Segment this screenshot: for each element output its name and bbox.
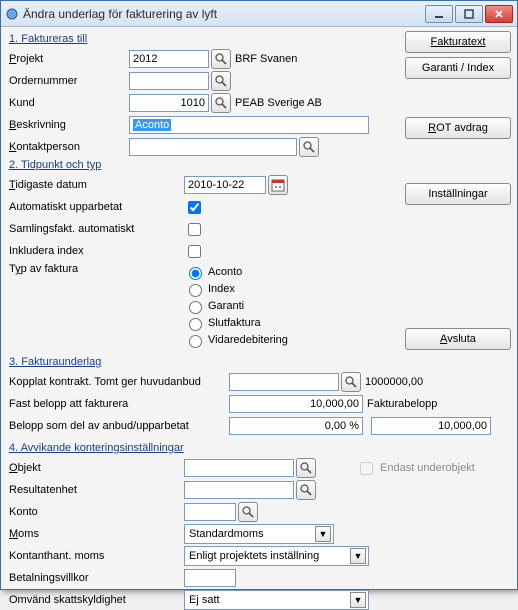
inkludera-index-label: Inkludera index (9, 245, 184, 257)
typ-index-radio[interactable] (189, 284, 202, 297)
resultatenhet-label: Resultatenhet (9, 484, 184, 496)
kund-lookup-button[interactable] (211, 93, 231, 113)
objekt-lookup-button[interactable] (296, 458, 316, 478)
beskrivning-label: Beskrivning (9, 119, 129, 131)
kopplat-input[interactable] (229, 373, 339, 391)
kopplat-lookup-button[interactable] (341, 372, 361, 392)
moms-label: Moms (9, 528, 184, 540)
konto-input[interactable] (184, 503, 236, 521)
section-4-title: 4. Avvikande konteringsinställningar (9, 442, 511, 454)
window-title: Ändra underlag för fakturering av lyft (23, 7, 425, 21)
moms-select[interactable]: Standardmoms ▼ (184, 524, 334, 544)
fakturatext-button[interactable]: Fakturatext (405, 31, 511, 53)
minimize-button[interactable] (425, 5, 453, 23)
kund-label: Kund (9, 97, 129, 109)
fakturabelopp-label: Fakturabelopp (363, 398, 441, 410)
maximize-button[interactable] (455, 5, 483, 23)
kund-name-text: PEAB Sverige AB (231, 97, 326, 109)
typ-radio-group: Aconto Index Garanti Slutfaktura Vidared… (184, 263, 288, 348)
beskrivning-input[interactable]: Aconto (129, 116, 369, 134)
endast-underobjekt-label: Endast underobjekt (376, 462, 479, 474)
konto-label: Konto (9, 506, 184, 518)
kund-input[interactable] (129, 94, 209, 112)
kontanthant-label: Kontanthant. moms (9, 550, 184, 562)
chevron-down-icon: ▼ (315, 526, 331, 542)
typ-aconto-radio[interactable] (189, 267, 202, 280)
tidigaste-input[interactable] (184, 176, 266, 194)
projekt-label: Projekt (9, 53, 129, 65)
ordernummer-label: Ordernummer (9, 75, 129, 87)
ordernummer-input[interactable] (129, 72, 209, 90)
section-3-title: 3. Fakturaunderlag (9, 356, 511, 368)
projekt-name-text: BRF Svanen (231, 53, 301, 65)
fast-belopp-label: Fast belopp att fakturera (9, 398, 229, 410)
chevron-down-icon: ▼ (350, 548, 366, 564)
ordernummer-lookup-button[interactable] (211, 71, 231, 91)
objekt-input[interactable] (184, 459, 294, 477)
rot-avdrag-button[interactable]: ROT avdrag (405, 117, 511, 139)
kontaktperson-label: Kontaktperson (9, 141, 129, 153)
fast-belopp-input[interactable] (229, 395, 363, 413)
section-1-title: 1. Faktureras till (9, 33, 399, 45)
samlingsfakt-checkbox[interactable] (188, 223, 201, 236)
kontaktperson-input[interactable] (129, 138, 297, 156)
app-window: Ändra underlag för fakturering av lyft 1… (0, 0, 518, 590)
typ-slutfaktura-radio[interactable] (189, 318, 202, 331)
resultatenhet-input[interactable] (184, 481, 294, 499)
section-2-title: 2. Tidpunkt och typ (9, 159, 399, 171)
endast-underobjekt-checkbox (360, 462, 373, 475)
projekt-lookup-button[interactable] (211, 49, 231, 69)
kopplat-label: Kopplat kontrakt. Tomt ger huvudanbud (9, 376, 229, 388)
titlebar: Ändra underlag för fakturering av lyft (1, 1, 517, 27)
omvand-select[interactable]: Ej satt ▼ (184, 590, 369, 610)
inkludera-index-checkbox[interactable] (188, 245, 201, 258)
typ-garanti-radio[interactable] (189, 301, 202, 314)
belopp-right-input[interactable] (371, 417, 491, 435)
installningar-button[interactable]: Inställningar (405, 183, 511, 205)
app-icon (5, 7, 19, 21)
close-button[interactable] (485, 5, 513, 23)
samlingsfakt-label: Samlingsfakt. automatiskt (9, 223, 184, 235)
tidigaste-calendar-button[interactable] (268, 175, 288, 195)
objekt-label: Objekt (9, 462, 184, 474)
typ-vidaredebitering-radio[interactable] (189, 335, 202, 348)
typ-label: Typ av faktura (9, 263, 184, 275)
belopp-del-input[interactable] (229, 417, 363, 435)
garanti-index-button[interactable]: Garanti / Index (405, 57, 511, 79)
chevron-down-icon: ▼ (350, 592, 366, 608)
kopplat-value-text: 1000000,00 (361, 376, 427, 388)
resultatenhet-lookup-button[interactable] (296, 480, 316, 500)
betalningsvillkor-label: Betalningsvillkor (9, 572, 184, 584)
projekt-input[interactable] (129, 50, 209, 68)
kontaktperson-lookup-button[interactable] (299, 137, 319, 157)
auto-upparbetat-checkbox[interactable] (188, 201, 201, 214)
betalningsvillkor-input[interactable] (184, 569, 236, 587)
avsluta-button[interactable]: Avsluta (405, 328, 511, 350)
kontanthant-select[interactable]: Enligt projektets inställning ▼ (184, 546, 369, 566)
omvand-label: Omvänd skattskyldighet (9, 594, 184, 606)
belopp-del-label: Belopp som del av anbud/upparbetat (9, 420, 229, 432)
auto-upparbetat-label: Automatiskt upparbetat (9, 201, 184, 213)
konto-lookup-button[interactable] (238, 502, 258, 522)
tidigaste-label: Tidigaste datum (9, 179, 184, 191)
